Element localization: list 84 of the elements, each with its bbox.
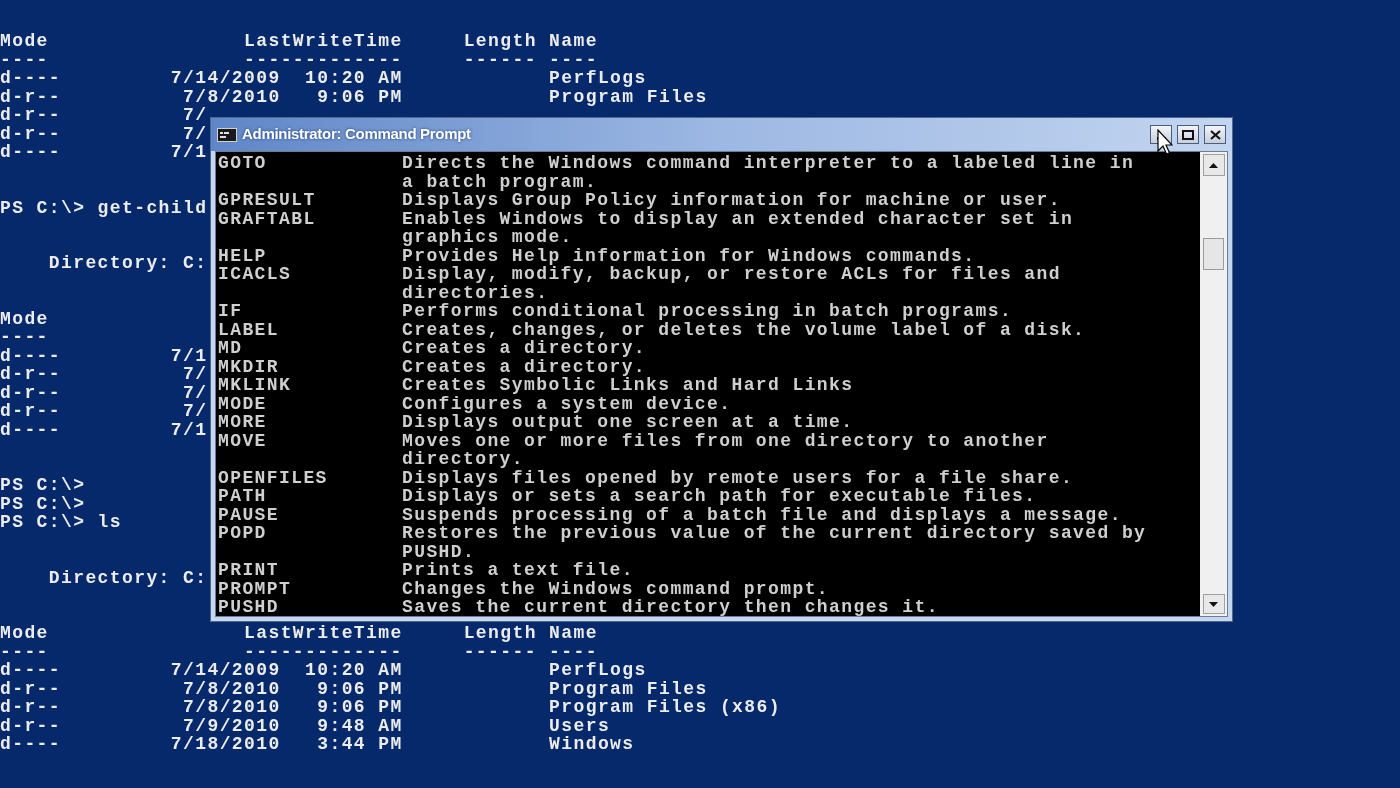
scroll-up-button[interactable] bbox=[1202, 154, 1225, 176]
command-description: Restores the previous value of the current directory saved by bbox=[402, 523, 1147, 543]
command-description: Displays output one screen at a time. bbox=[402, 412, 854, 432]
console-line: PS C:\> get-child bbox=[0, 197, 208, 218]
command-description: Prints a text file. bbox=[402, 560, 634, 580]
command-description: PUSHD. bbox=[402, 541, 476, 562]
scrollbar-track[interactable] bbox=[1200, 152, 1227, 616]
scroll-down-button[interactable] bbox=[1202, 594, 1225, 614]
console-line: d---- 7/1 bbox=[0, 345, 208, 366]
console-line: d-r-- 7/8/2010 9:06 PM Program Files (x86) bbox=[0, 697, 781, 717]
command-description: directory. bbox=[402, 449, 525, 469]
command-description: a batch program. bbox=[402, 171, 598, 192]
maximize-button[interactable] bbox=[1177, 125, 1199, 144]
command-name: POPD bbox=[218, 523, 267, 543]
command-name: OPENFILES bbox=[218, 467, 328, 488]
console-line: d-r-- 7/ bbox=[0, 382, 208, 403]
command-description: Displays Group Policy information for machine or user. bbox=[402, 190, 1061, 210]
command-name: MODE bbox=[218, 393, 267, 414]
console-line: d-r-- 7/8/2010 9:06 PM Program Files bbox=[0, 86, 708, 107]
console-line: Mode bbox=[0, 308, 49, 329]
close-button[interactable] bbox=[1204, 125, 1226, 144]
command-name: MKLINK bbox=[218, 375, 292, 395]
console-line: d---- 7/18/2010 3:44 PM Windows bbox=[0, 734, 635, 754]
command-description: Changes the Windows command prompt. bbox=[402, 578, 830, 599]
console-line: ---- ------------- ------ ---- bbox=[0, 49, 598, 70]
command-name: GOTO bbox=[218, 153, 267, 173]
command-description: Configures a system device. bbox=[402, 393, 732, 414]
console-line: d---- 7/14/2009 10:20 AM PerfLogs bbox=[0, 660, 647, 680]
command-name: MORE bbox=[218, 412, 267, 432]
command-description: Displays or sets a search path for executable files. bbox=[402, 486, 1037, 506]
console-line: d---- 7/1 bbox=[0, 419, 208, 440]
command-name: PUSHD bbox=[218, 597, 279, 616]
command-name: MOVE bbox=[218, 430, 267, 451]
command-description: Saves the current directory then changes it. bbox=[402, 597, 939, 616]
command-description: Display, modify, backup, or restore ACLs for files and bbox=[402, 264, 1061, 284]
command-description: Enables Windows to display an extended character set in bbox=[402, 208, 1074, 229]
console-line: d-r-- 7/ bbox=[0, 105, 208, 125]
command-description: Provides Help information for Windows commands. bbox=[402, 245, 976, 266]
console-line: Directory: C: bbox=[47, 567, 208, 588]
command-description: Displays files opened by remote users for a file share. bbox=[402, 467, 1074, 488]
console-line: d---- 7/1 bbox=[0, 142, 208, 162]
command-name: PRINT bbox=[218, 560, 279, 580]
console-line: d-r-- 7/ bbox=[0, 364, 208, 384]
maximize-icon bbox=[1182, 129, 1194, 140]
command-name: MD bbox=[218, 338, 243, 358]
up-arrow-icon bbox=[1209, 162, 1218, 168]
command-description: Moves one or more files from one directory to another bbox=[402, 430, 1049, 451]
command-name: GRAFTABL bbox=[218, 208, 316, 229]
command-name: MKDIR bbox=[218, 356, 279, 377]
scrollbar-thumb[interactable] bbox=[1203, 238, 1224, 270]
console-line: d-r-- 7/9/2010 9:48 AM Users bbox=[0, 715, 611, 736]
close-icon bbox=[1209, 129, 1221, 140]
console-line: ---- ------------- ------ ---- bbox=[0, 641, 598, 662]
command-name: ICACLS bbox=[218, 264, 292, 284]
console-line: Directory: C: bbox=[47, 253, 208, 273]
command-name: IF bbox=[218, 301, 243, 321]
console-line: d-r-- 7/ bbox=[0, 401, 208, 421]
console-line: d-r-- 7/8/2010 9:06 PM Program Files bbox=[0, 678, 708, 699]
command-name: PROMPT bbox=[218, 578, 292, 599]
command-name: HELP bbox=[218, 245, 267, 266]
command-description: Creates, changes, or deletes the volume label of a disk. bbox=[402, 319, 1086, 340]
command-description: Performs conditional processing in batch programs. bbox=[402, 301, 1013, 321]
down-arrow-icon bbox=[1209, 601, 1218, 607]
command-name: GPRESULT bbox=[218, 190, 316, 210]
command-name: PAUSE bbox=[218, 504, 279, 525]
command-description: Suspends processing of a batch file and displays a message. bbox=[402, 504, 1122, 525]
command-name: LABEL bbox=[218, 319, 279, 340]
console-line: PS C:\> bbox=[0, 493, 86, 514]
command-description: Creates Symbolic Links and Hard Links bbox=[402, 375, 854, 395]
terminal-icon bbox=[217, 127, 237, 142]
console-line: d-r-- 7/ bbox=[0, 123, 208, 144]
command-description: Creates a directory. bbox=[402, 338, 647, 358]
command-description: directories. bbox=[402, 282, 549, 303]
console-line: Mode LastWriteTime Length Name bbox=[0, 31, 598, 51]
command-description: graphics mode. bbox=[402, 227, 573, 247]
console-line: PS C:\> ls bbox=[0, 512, 123, 532]
console-line: Mode LastWriteTime Length Name bbox=[0, 623, 598, 643]
console-line: ---- bbox=[0, 327, 49, 347]
console-line: d---- 7/14/2009 10:20 AM PerfLogs bbox=[0, 68, 647, 88]
command-name: PATH bbox=[218, 486, 267, 506]
window-title: Administrator: Command Prompt bbox=[242, 124, 471, 145]
command-description: Creates a directory. bbox=[402, 356, 647, 377]
console-line: PS C:\> bbox=[0, 475, 86, 495]
command-description: Directs the Windows command interpreter to a labeled line in bbox=[402, 153, 1135, 173]
